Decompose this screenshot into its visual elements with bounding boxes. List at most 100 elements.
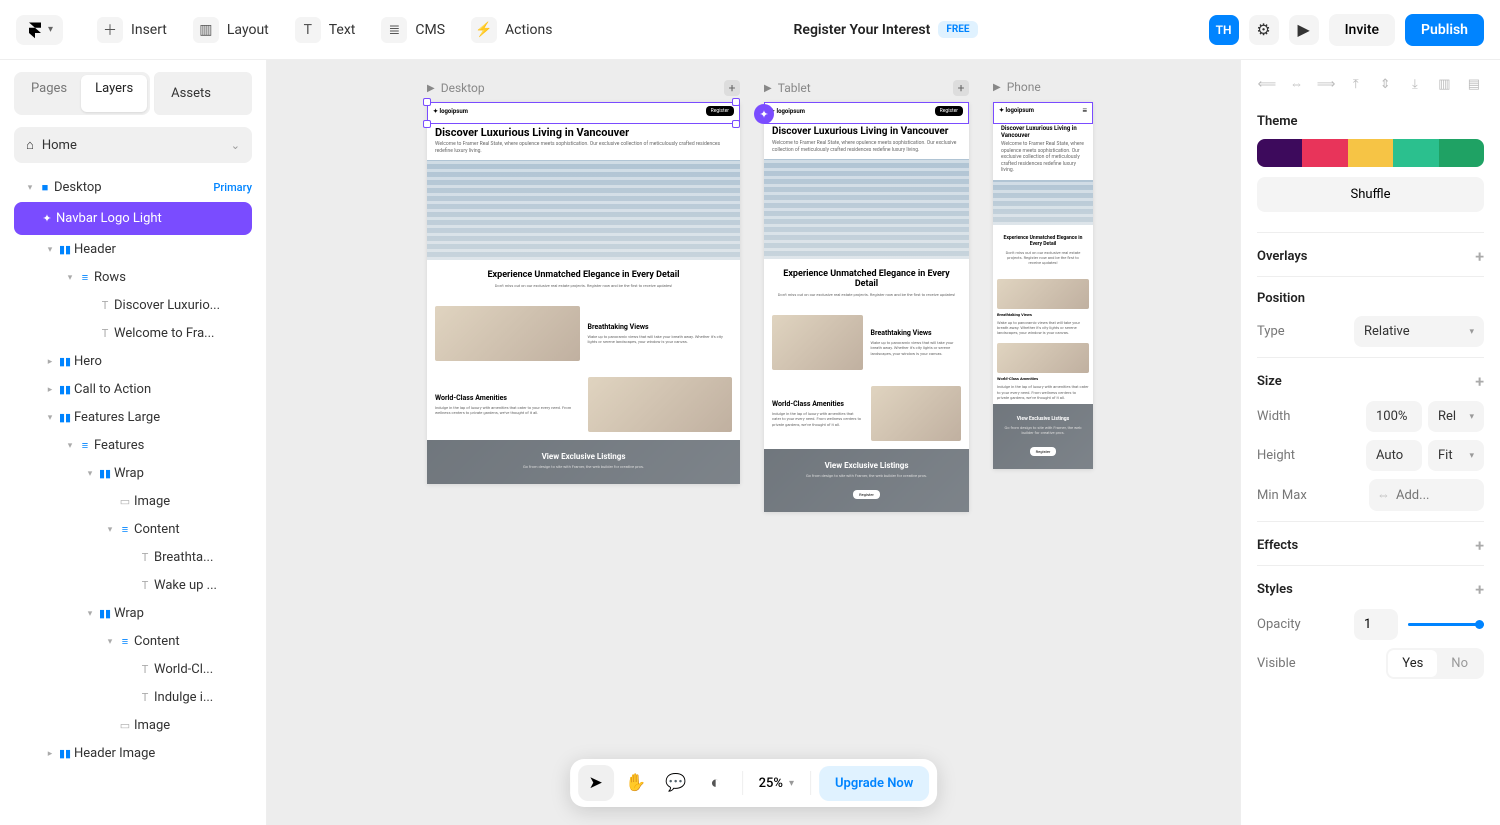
frame-tablet[interactable]: ✦ logoipsumRegister Discover Luxurious L… <box>764 102 969 512</box>
layer-row[interactable]: ▸▮▮Header Image <box>6 740 260 767</box>
opacity-input[interactable] <box>1354 609 1398 640</box>
swatch[interactable] <box>1257 139 1302 167</box>
layer-row[interactable]: ▾≡Content <box>6 628 260 655</box>
layer-row[interactable]: TDiscover Luxurio... <box>6 292 260 319</box>
tab-assets[interactable]: Assets <box>154 72 252 115</box>
layer-row[interactable]: TWake up ... <box>6 572 260 599</box>
app-menu-button[interactable]: ▾ <box>16 15 63 45</box>
add-effect-icon[interactable]: + <box>1475 536 1484 555</box>
actions-button[interactable]: ⚡Actions <box>461 11 562 49</box>
effects-section-title[interactable]: Effects+ <box>1257 536 1484 555</box>
cursor-tool[interactable]: ➤ <box>578 765 614 801</box>
minmax-input[interactable]: ⇔ <box>1369 479 1484 511</box>
layer-row[interactable]: ✦Navbar Logo Light <box>14 202 252 235</box>
opacity-slider[interactable] <box>1408 623 1484 626</box>
hero-image <box>764 159 969 259</box>
layer-row[interactable]: ▾▮▮Wrap <box>6 600 260 627</box>
resize-handle[interactable] <box>423 120 431 128</box>
align-right-icon[interactable]: ⟹ <box>1316 74 1336 94</box>
user-avatar[interactable]: TH <box>1209 15 1239 45</box>
layer-row[interactable]: ▾▮▮Features Large <box>6 404 260 431</box>
resize-handle[interactable] <box>423 98 431 106</box>
align-top-icon[interactable]: ⤒ <box>1346 74 1366 94</box>
layer-row[interactable]: TIndulge i... <box>6 684 260 711</box>
frame-phone[interactable]: ✦ logoipsum≡ Discover Luxurious Living i… <box>993 102 1093 469</box>
layer-row[interactable]: ▸▮▮Hero <box>6 348 260 375</box>
align-center-v-icon[interactable]: ⇕ <box>1375 74 1395 94</box>
settings-button[interactable]: ⚙ <box>1249 15 1279 45</box>
align-left-icon[interactable]: ⟸ <box>1257 74 1277 94</box>
swatch[interactable] <box>1302 139 1347 167</box>
styles-section-title[interactable]: Styles+ <box>1257 580 1484 599</box>
height-unit-select[interactable]: Fit▾ <box>1428 440 1484 471</box>
breakpoint-label[interactable]: Tablet <box>778 81 811 95</box>
layout-icon: ▥ <box>193 17 219 43</box>
add-style-icon[interactable]: + <box>1475 580 1484 599</box>
overlays-section-title[interactable]: Overlays+ <box>1257 247 1484 266</box>
layer-row[interactable]: TWelcome to Fra... <box>6 320 260 347</box>
breakpoint-label[interactable]: Desktop <box>441 81 485 95</box>
align-bottom-icon[interactable]: ⤓ <box>1405 74 1425 94</box>
page-selector[interactable]: ⌂ Home ⌄ <box>14 127 252 163</box>
layer-row[interactable]: TBreathta... <box>6 544 260 571</box>
cms-icon: ≣ <box>381 17 407 43</box>
frame-desktop[interactable]: ✦ logoipsumRegister Discover Luxurious L… <box>427 102 740 484</box>
publish-button[interactable]: Publish <box>1405 14 1484 46</box>
zoom-control[interactable]: 25%▾ <box>751 776 802 791</box>
layer-row[interactable]: ▾▮▮Wrap <box>6 460 260 487</box>
invite-button[interactable]: Invite <box>1329 14 1395 46</box>
layer-row[interactable]: ▾≡Content <box>6 516 260 543</box>
hero-image <box>993 180 1093 225</box>
upgrade-button[interactable]: Upgrade Now <box>819 766 929 801</box>
layer-row[interactable]: ▾■DesktopPrimary <box>6 174 260 201</box>
ai-badge-icon[interactable]: ✦ <box>754 104 774 124</box>
width-unit-select[interactable]: Rel▾ <box>1428 401 1484 432</box>
play-icon: ▶ <box>1297 20 1309 39</box>
swatch[interactable] <box>1348 139 1393 167</box>
size-section-title: Size+ <box>1257 372 1484 391</box>
hamburger-icon: ≡ <box>1082 106 1087 115</box>
preview-button[interactable]: ▶ <box>1289 15 1319 45</box>
breakpoint-label[interactable]: Phone <box>1007 80 1041 94</box>
right-panel: ⟸ ⇔ ⟹ ⤒ ⇕ ⤓ ▥ ▤ Theme Shuffle Overlays+ … <box>1240 60 1500 825</box>
hero-image <box>427 160 740 260</box>
shuffle-button[interactable]: Shuffle <box>1257 177 1484 212</box>
layout-button[interactable]: ▥Layout <box>183 11 279 49</box>
distribute-v-icon[interactable]: ▤ <box>1464 74 1484 94</box>
chevron-down-icon: ▾ <box>789 778 794 789</box>
layer-row[interactable]: ▾≡Rows <box>6 264 260 291</box>
text-icon: T <box>295 17 321 43</box>
distribute-h-icon[interactable]: ▥ <box>1434 74 1454 94</box>
add-breakpoint-button[interactable]: + <box>724 80 740 96</box>
hand-tool[interactable]: ✋ <box>618 765 654 801</box>
project-title[interactable]: Register Your Interest <box>794 22 931 38</box>
layer-row[interactable]: ▭Image <box>6 712 260 739</box>
height-input[interactable]: Auto <box>1366 440 1422 471</box>
add-breakpoint-button[interactable]: + <box>953 80 969 96</box>
text-button[interactable]: TText <box>285 11 366 49</box>
layer-row[interactable]: ▸▮▮Call to Action <box>6 376 260 403</box>
tab-layers[interactable]: Layers <box>81 75 147 112</box>
add-overlay-icon[interactable]: + <box>1475 247 1484 266</box>
dark-mode-toggle[interactable]: ◐ <box>698 765 734 801</box>
layer-row[interactable]: ▾≡Features <box>6 432 260 459</box>
visible-label: Visible <box>1257 656 1296 671</box>
tab-pages[interactable]: Pages <box>17 75 81 112</box>
resize-handle[interactable] <box>732 120 740 128</box>
theme-swatches[interactable] <box>1257 139 1484 167</box>
resize-handle[interactable] <box>732 98 740 106</box>
swatch[interactable] <box>1439 139 1484 167</box>
layer-row[interactable]: TWorld-Cl... <box>6 656 260 683</box>
layer-row[interactable]: ▭Image <box>6 488 260 515</box>
insert-button[interactable]: ＋Insert <box>87 11 177 49</box>
align-center-h-icon[interactable]: ⇔ <box>1287 74 1307 94</box>
visible-toggle[interactable]: Yes No <box>1386 648 1484 679</box>
add-size-icon[interactable]: + <box>1475 372 1484 391</box>
layer-row[interactable]: ▾▮▮Header <box>6 236 260 263</box>
cms-button[interactable]: ≣CMS <box>371 11 455 49</box>
width-input[interactable]: 100% <box>1366 401 1422 432</box>
swatch[interactable] <box>1393 139 1438 167</box>
position-type-select[interactable]: Relative▾ <box>1354 316 1484 347</box>
comment-tool[interactable]: 💬 <box>658 765 694 801</box>
chevron-down-icon: ▾ <box>1469 412 1474 422</box>
